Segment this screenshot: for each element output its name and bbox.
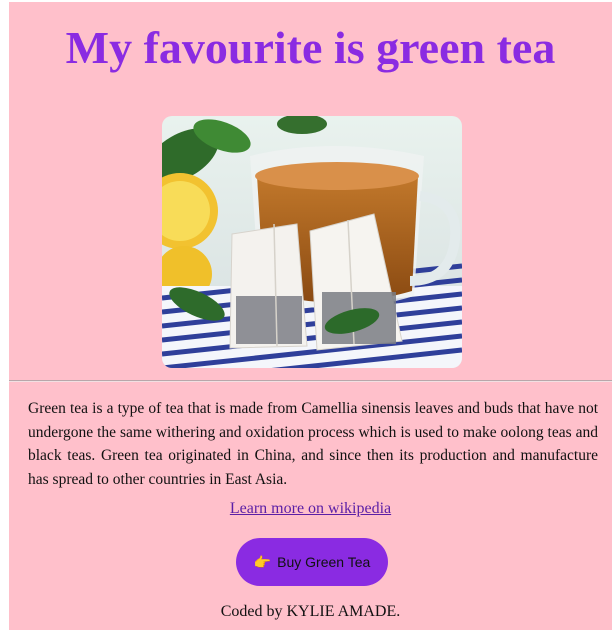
divider bbox=[9, 380, 612, 382]
page-container: My favourite is green tea Green tea is a… bbox=[9, 2, 612, 630]
wiki-link-wrapper: Learn more on wikipedia bbox=[9, 500, 612, 518]
buy-green-tea-button[interactable]: 👉 Buy Green Tea bbox=[236, 538, 388, 586]
green-tea-image bbox=[162, 116, 462, 368]
description-text: Green tea is a type of tea that is made … bbox=[28, 400, 598, 488]
tea-photo-illustration bbox=[162, 116, 462, 368]
page-title: My favourite is green tea bbox=[65, 22, 556, 73]
buy-button-label: Buy Green Tea bbox=[277, 554, 371, 570]
footer-credit: Coded by KYLIE AMADE. bbox=[220, 603, 401, 620]
wikipedia-link[interactable]: Learn more on wikipedia bbox=[230, 500, 391, 517]
pointing-hand-icon: 👉 bbox=[253, 553, 272, 570]
